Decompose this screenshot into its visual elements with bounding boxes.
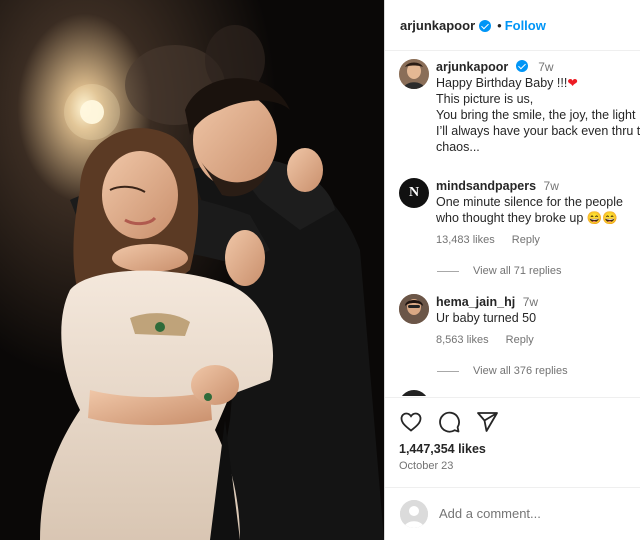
caption-username[interactable]: arjunkapoor <box>436 60 508 74</box>
commenter-avatar[interactable] <box>399 294 429 324</box>
share-icon[interactable] <box>475 410 499 434</box>
caption-time: 7w <box>538 60 554 74</box>
comment-text-line: who thought they broke up 😄😄 <box>436 211 618 225</box>
post-side-panel: arjunkapoor • Follow arjunkapoor 7w Happ… <box>384 0 640 540</box>
comment-bar <box>385 487 640 540</box>
post-actions: 1,447,354 likes October 23 <box>385 397 640 488</box>
default-avatar-icon <box>400 500 428 528</box>
caption-line: I’ll always have your back even thru the <box>436 124 640 138</box>
post-photo[interactable] <box>0 0 384 540</box>
comment-text-line: One minute silence for the people <box>436 195 623 209</box>
avatar-photo-icon <box>399 294 429 324</box>
comment-meta: 8,563 likes Reply <box>436 332 548 348</box>
post-date[interactable]: October 23 <box>399 460 453 472</box>
red-heart-icon: ❤ <box>567 76 578 90</box>
verified-badge-icon <box>515 60 528 72</box>
heart-icon[interactable] <box>399 410 423 434</box>
caption-line: Happy Birthday Baby !!!❤ <box>436 76 578 90</box>
caption-line: chaos... <box>436 140 480 154</box>
comment-meta: 13,483 likes Reply <box>436 232 623 248</box>
comments-scroll-area[interactable]: arjunkapoor 7w Happy Birthday Baby !!!❤ … <box>385 50 640 396</box>
comment-username[interactable]: hema_jain_hj <box>436 295 515 309</box>
user-avatar <box>400 500 428 528</box>
verified-badge-icon <box>479 20 492 32</box>
commenter-avatar[interactable]: N <box>399 178 429 208</box>
post-header: arjunkapoor • Follow <box>385 0 640 51</box>
view-replies-button[interactable]: View all 376 replies <box>437 365 568 377</box>
add-comment-input[interactable] <box>439 506 629 521</box>
comment-username[interactable]: mindsandpapers <box>436 179 536 193</box>
comment-text-line: Ur baby turned 50 <box>436 311 537 325</box>
comment-time: 7w <box>522 295 539 309</box>
caption-line: You bring the smile, the joy, the light <box>436 108 636 122</box>
comment-icon[interactable] <box>437 410 461 434</box>
caption-avatar[interactable] <box>399 59 429 89</box>
header-separator: • <box>497 17 502 33</box>
avatar-letter: N <box>408 185 420 200</box>
avatar-photo-icon <box>399 59 429 89</box>
follow-button[interactable]: Follow <box>505 18 546 33</box>
comment-likes[interactable]: 8,563 likes <box>436 334 489 346</box>
likes-count[interactable]: 1,447,354 likes <box>399 442 486 456</box>
reply-button[interactable]: Reply <box>506 334 534 346</box>
comment-time: 7w <box>543 179 559 193</box>
comment-likes[interactable]: 13,483 likes <box>436 234 495 246</box>
couple-photo-image <box>0 0 384 540</box>
view-replies-button[interactable]: View all 71 replies <box>437 265 561 277</box>
header-username[interactable]: arjunkapoor <box>400 18 475 33</box>
caption-line: This picture is us, <box>436 92 534 106</box>
commenter-avatar[interactable] <box>399 390 429 396</box>
reply-button[interactable]: Reply <box>512 234 540 246</box>
